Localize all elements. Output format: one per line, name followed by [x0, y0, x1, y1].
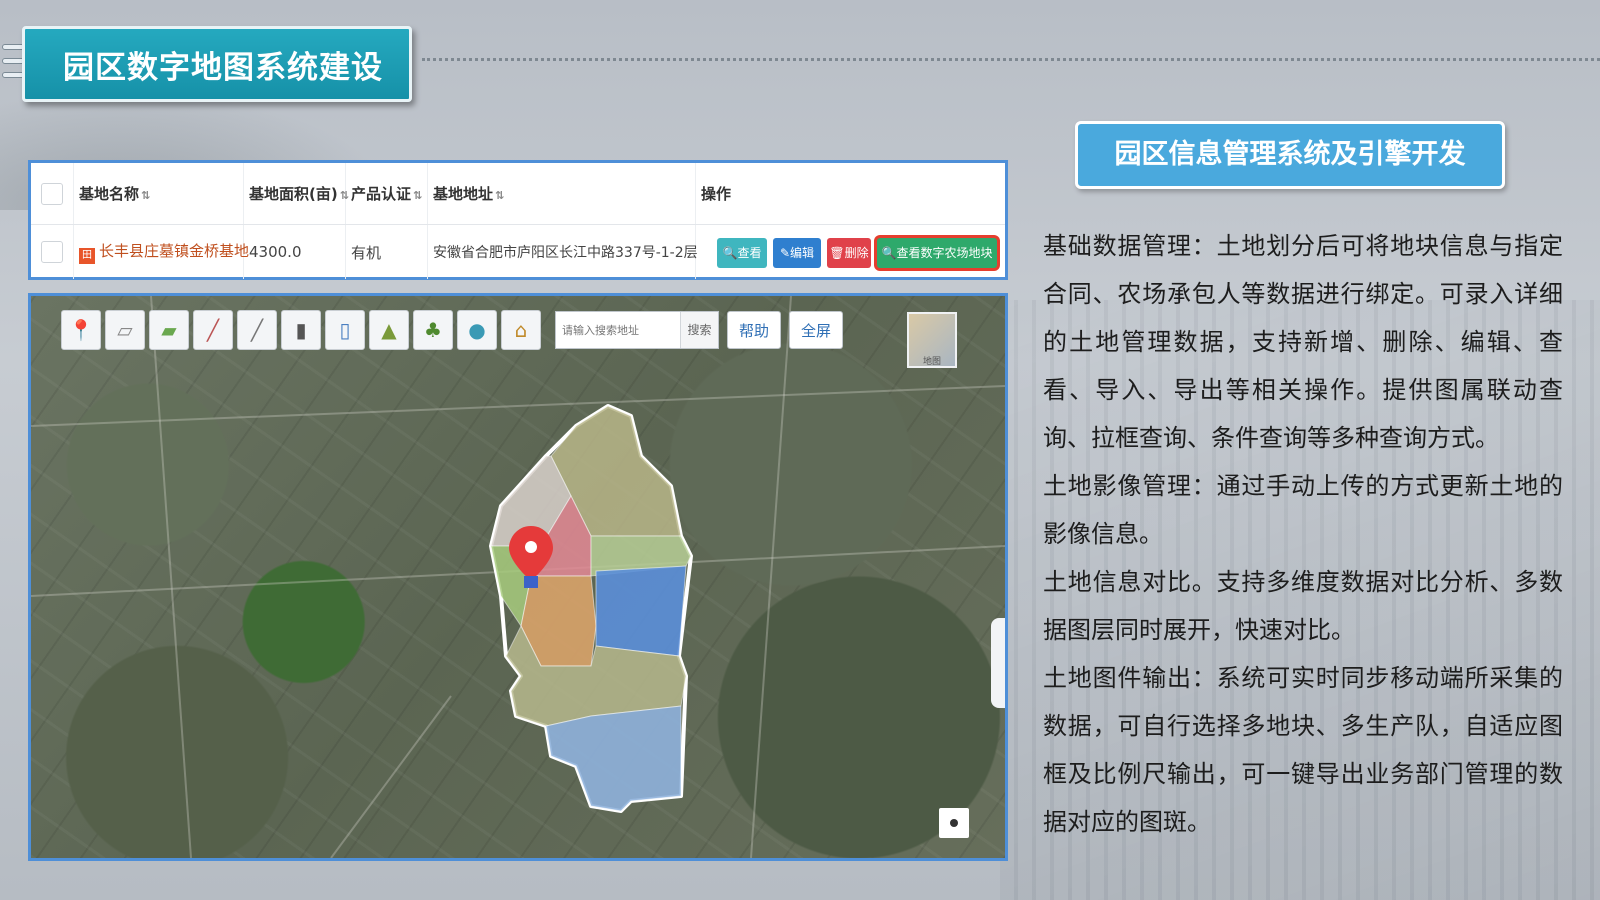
- delete-button[interactable]: 🗑删除: [827, 238, 871, 268]
- edit-button[interactable]: ✎编辑: [773, 238, 821, 268]
- map-search-input[interactable]: [556, 312, 680, 348]
- view-digital-farm-plots-button[interactable]: 🔍查看数字农场地块: [877, 238, 997, 268]
- column-header-actions: 操作: [701, 185, 732, 203]
- locate-button[interactable]: [939, 808, 969, 838]
- table-row: 田长丰县庄墓镇金桥基地 4300.0 有机 安徽省合肥市庐阳区长江中路337号-…: [31, 225, 1005, 279]
- farm-icon: 田: [79, 248, 95, 264]
- railway-tool-icon[interactable]: ╱: [237, 310, 277, 350]
- cell-area: 4300.0: [249, 243, 302, 261]
- polygon-tool-icon[interactable]: ▱: [105, 310, 145, 350]
- cell-certification: 有机: [351, 243, 382, 262]
- description-paragraph: 土地信息对比。支持多维度数据对比分析、多数据图层同时展开，快速对比。: [1043, 568, 1563, 644]
- column-header-name[interactable]: 基地名称 ⇅: [79, 183, 150, 204]
- mountain-tool-icon[interactable]: ▲: [369, 310, 409, 350]
- marker-tool-icon[interactable]: 📍: [61, 310, 101, 350]
- sort-icon: ⇅: [413, 189, 423, 202]
- satellite-map[interactable]: 📍 ▱ ▰ ╱ ╱ ▮ ▯ ▲ ♣ ● ⌂ 搜索 帮助 全屏 地图: [28, 293, 1008, 861]
- map-toolbar: 📍 ▱ ▰ ╱ ╱ ▮ ▯ ▲ ♣ ● ⌂: [61, 310, 541, 350]
- base-table: 基地名称 ⇅ 基地面积(亩) ⇅ 产品认证 ⇅ 基地地址 ⇅ 操作 田长丰县庄墓镇金桥基…: [28, 160, 1008, 280]
- highway-tool-icon[interactable]: ▮: [281, 310, 321, 350]
- road-tool-icon[interactable]: ╱: [193, 310, 233, 350]
- field-tool-icon[interactable]: ▰: [149, 310, 189, 350]
- farm-plots-overlay: [31, 296, 1005, 858]
- title-divider: [422, 58, 1600, 61]
- side-panel-toggle[interactable]: [991, 618, 1005, 708]
- view-button[interactable]: 🔍查看: [717, 238, 767, 268]
- map-search-button[interactable]: 搜索: [680, 312, 718, 348]
- description-paragraph: 基础数据管理：土地划分后可将地块信息与指定合同、农场承包人等数据进行绑定。可录入…: [1043, 232, 1563, 452]
- slide-title: 园区数字地图系统建设: [22, 26, 412, 102]
- pond-tool-icon[interactable]: ●: [457, 310, 497, 350]
- select-all-checkbox[interactable]: [41, 182, 63, 205]
- table-header: 基地名称 ⇅ 基地面积(亩) ⇅ 产品认证 ⇅ 基地地址 ⇅ 操作: [31, 163, 1005, 225]
- tree-tool-icon[interactable]: ♣: [413, 310, 453, 350]
- column-header-certification[interactable]: 产品认证 ⇅: [351, 183, 422, 204]
- fullscreen-button[interactable]: 全屏: [789, 311, 843, 349]
- building-tool-icon[interactable]: ▯: [325, 310, 365, 350]
- map-search: 搜索: [555, 311, 719, 349]
- cell-address: 安徽省合肥市庐阳区长江中路337号-1-2层: [433, 245, 698, 261]
- row-checkbox[interactable]: [41, 241, 63, 263]
- farm-plots[interactable]: [490, 405, 692, 812]
- locate-icon: [950, 819, 958, 827]
- basemap-switcher[interactable]: 地图: [907, 312, 957, 368]
- sort-icon: ⇅: [141, 189, 151, 202]
- cell-name[interactable]: 田长丰县庄墓镇金桥基地: [79, 240, 249, 264]
- column-header-address[interactable]: 基地地址 ⇅: [433, 183, 504, 204]
- sort-icon: ⇅: [339, 189, 349, 202]
- section-title: 园区信息管理系统及引擎开发: [1075, 121, 1505, 189]
- farm-tool-icon[interactable]: ⌂: [501, 310, 541, 350]
- description-paragraph: 土地影像管理：通过手动上传的方式更新土地的影像信息。: [1043, 472, 1563, 548]
- sort-icon: ⇅: [495, 189, 505, 202]
- description: 基础数据管理：土地划分后可将地块信息与指定合同、农场承包人等数据进行绑定。可录入…: [1043, 222, 1563, 846]
- description-paragraph: 土地图件输出：系统可实时同步移动端所采集的数据，可自行选择多地块、多生产队，自适…: [1043, 664, 1563, 836]
- help-button[interactable]: 帮助: [727, 311, 781, 349]
- column-header-area[interactable]: 基地面积(亩) ⇅: [249, 183, 349, 204]
